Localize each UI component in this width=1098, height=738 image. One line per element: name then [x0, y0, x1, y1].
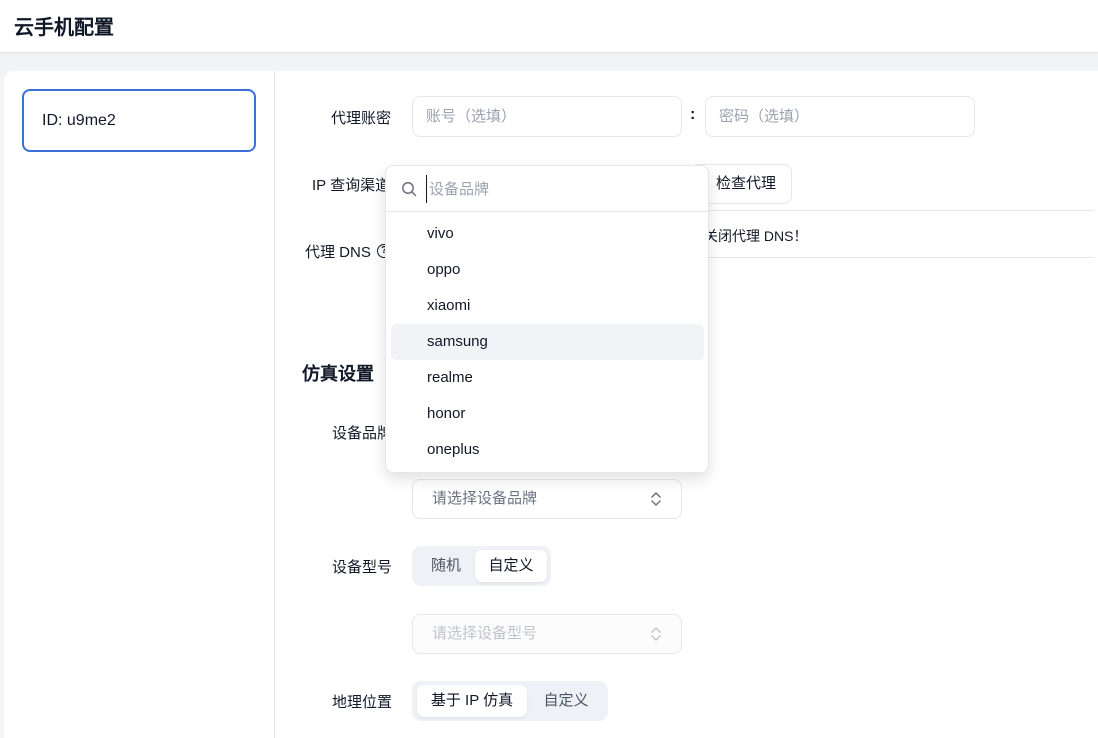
device-brand-select[interactable]: 请选择设备品牌 [412, 479, 682, 519]
brand-search-row [386, 166, 708, 212]
device-model-select-value: 请选择设备型号 [432, 625, 538, 642]
brand-option-samsung[interactable]: samsung [391, 324, 704, 360]
proxy-dns-label: 代理 DNS [305, 244, 371, 261]
device-id-label: ID: u9me2 [42, 112, 116, 129]
sidebar: ID: u9me2 [4, 71, 275, 738]
chevron-up-down-icon [651, 492, 661, 506]
chevron-up-down-icon [651, 627, 661, 641]
search-icon [402, 182, 417, 197]
dns-warning-banner: 关闭代理 DNS！ [700, 210, 1094, 258]
device-model-segment: 随机 自定义 [412, 546, 551, 586]
device-brand-label: 设备品牌 [332, 425, 393, 442]
device-model-option-random[interactable]: 随机 [417, 550, 475, 582]
page-title: 云手机配置 [14, 17, 114, 39]
geo-option-custom[interactable]: 自定义 [529, 685, 603, 717]
brand-option-honor[interactable]: honor [391, 396, 704, 432]
app-header: 云手机配置 [0, 0, 1098, 53]
device-model-select[interactable]: 请选择设备型号 [412, 614, 682, 654]
ip-channel-label: IP 查询渠道 [312, 177, 391, 194]
brand-option-xiaomi[interactable]: xiaomi [391, 288, 704, 324]
proxy-account-label: 代理账密 [331, 110, 392, 127]
simulation-section-title: 仿真设置 [302, 364, 374, 384]
brand-search-input[interactable] [426, 175, 686, 203]
brand-dropdown: vivo oppo xiaomi samsung realme honor on… [385, 165, 709, 473]
device-model-option-custom[interactable]: 自定义 [475, 550, 547, 582]
device-brand-select-value: 请选择设备品牌 [432, 490, 538, 507]
brand-option-oppo[interactable]: oppo [391, 252, 704, 288]
geo-location-segment: 基于 IP 仿真 自定义 [412, 681, 608, 721]
account-password-separator: : [690, 106, 696, 123]
brand-option-realme[interactable]: realme [391, 360, 704, 396]
brand-option-vivo[interactable]: vivo [391, 216, 704, 252]
device-card-selected[interactable]: ID: u9me2 [22, 89, 256, 152]
proxy-password-input[interactable]: 密码（选填） [705, 96, 975, 137]
geo-option-ip[interactable]: 基于 IP 仿真 [417, 685, 527, 717]
brand-option-oneplus[interactable]: oneplus [391, 432, 704, 468]
proxy-account-input[interactable]: 账号（选填） [412, 96, 682, 137]
dns-warning-text: 关闭代理 DNS！ [704, 228, 808, 244]
geo-location-label: 地理位置 [332, 694, 393, 711]
device-model-label: 设备型号 [332, 559, 393, 576]
